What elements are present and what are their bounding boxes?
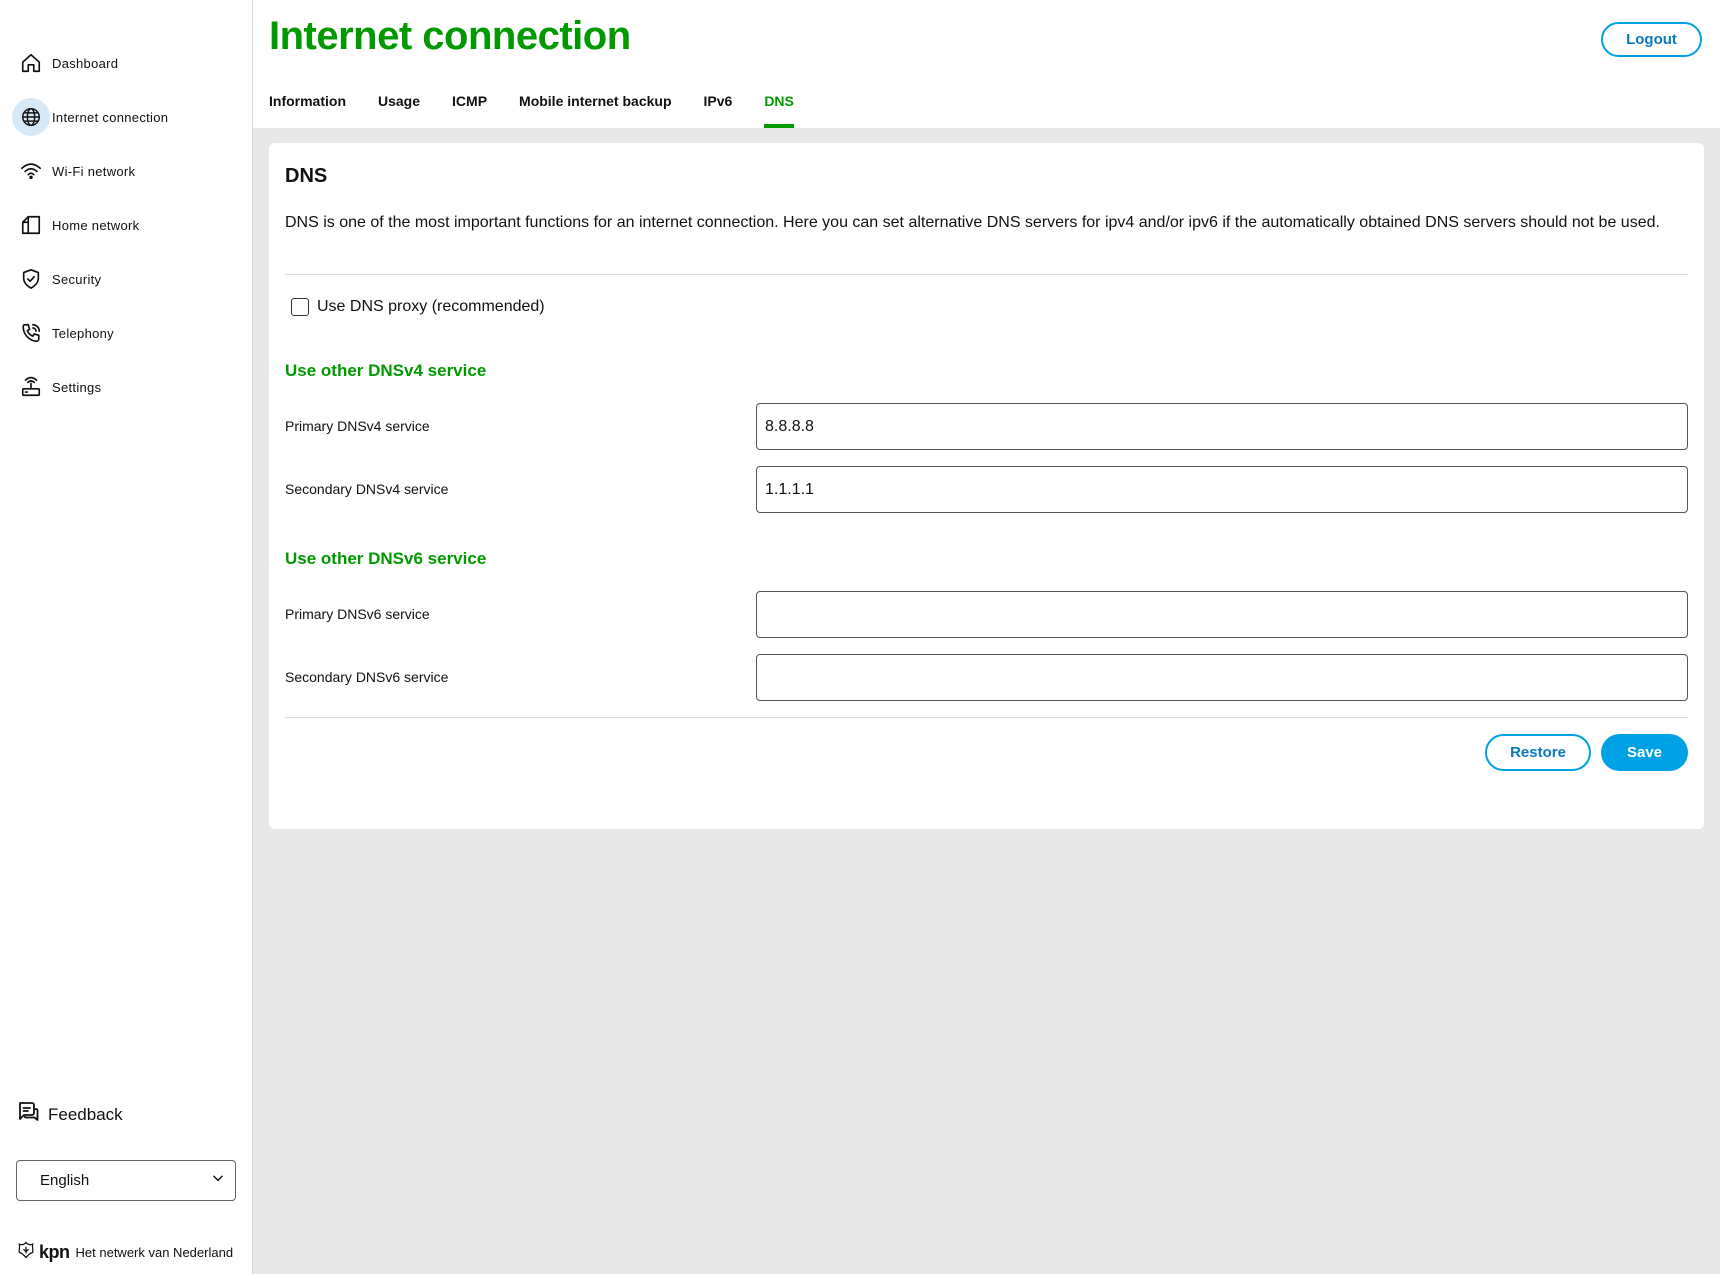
kpn-logo-icon	[16, 1240, 36, 1265]
dns-card: DNS DNS is one of the most important fun…	[269, 143, 1704, 829]
house-icon	[18, 212, 44, 238]
wifi-icon	[18, 158, 44, 184]
sidebar-item-telephony[interactable]: Telephony	[10, 306, 242, 360]
brand-footer: kpn Het netwerk van Nederland	[16, 1240, 233, 1265]
feedback-icon	[16, 1100, 40, 1129]
sidebar-item-label: Security	[52, 271, 102, 287]
sidebar-item-internet-connection[interactable]: Internet connection	[10, 90, 242, 144]
secondary-dnsv6-label: Secondary DNSv6 service	[285, 669, 449, 685]
sidebar-item-wifi-network[interactable]: Wi-Fi network	[10, 144, 242, 198]
phone-icon	[18, 320, 44, 346]
globe-icon	[12, 98, 50, 136]
sidebar-item-label: Telephony	[52, 325, 114, 341]
primary-dnsv4-input[interactable]	[756, 403, 1688, 450]
tab-ipv6[interactable]: IPv6	[704, 84, 733, 128]
tab-bar: Information Usage ICMP Mobile internet b…	[269, 84, 826, 128]
divider	[285, 717, 1688, 718]
brand-name: kpn	[39, 1242, 70, 1262]
chevron-down-icon	[211, 1171, 225, 1190]
dns-proxy-label: Use DNS proxy (recommended)	[317, 298, 545, 315]
tab-usage[interactable]: Usage	[378, 84, 420, 128]
tab-mobile-internet-backup[interactable]: Mobile internet backup	[519, 84, 671, 128]
tab-information[interactable]: Information	[269, 84, 346, 128]
secondary-dnsv4-input[interactable]	[756, 466, 1688, 513]
secondary-dnsv4-label: Secondary DNSv4 service	[285, 481, 449, 497]
card-title: DNS	[285, 165, 328, 187]
secondary-dnsv6-input[interactable]	[756, 654, 1688, 701]
home-icon	[18, 50, 44, 76]
sidebar-item-dashboard[interactable]: Dashboard	[10, 36, 242, 90]
sidebar: Dashboard Internet connection Wi-Fi netw…	[0, 0, 253, 1274]
tab-icmp[interactable]: ICMP	[452, 84, 487, 128]
feedback-label: Feedback	[48, 1104, 123, 1124]
dns-proxy-option[interactable]: Use DNS proxy (recommended)	[291, 298, 545, 316]
dnsv6-section-title: Use other DNSv6 service	[285, 549, 487, 568]
page-title: Internet connection	[269, 14, 631, 58]
sidebar-nav: Dashboard Internet connection Wi-Fi netw…	[10, 36, 242, 414]
sidebar-item-label: Wi-Fi network	[52, 163, 136, 179]
divider	[285, 274, 1688, 275]
restore-button[interactable]: Restore	[1485, 734, 1591, 771]
brand-tagline: Het netwerk van Nederland	[75, 1245, 234, 1260]
header: Internet connection Logout Information U…	[253, 0, 1720, 128]
sidebar-item-label: Settings	[52, 379, 102, 395]
language-select-value: English	[40, 1172, 90, 1189]
router-icon	[18, 374, 44, 400]
primary-dnsv6-input[interactable]	[756, 591, 1688, 638]
sidebar-item-security[interactable]: Security	[10, 252, 242, 306]
shield-icon	[18, 266, 44, 292]
dns-proxy-checkbox[interactable]	[291, 298, 309, 316]
tab-dns[interactable]: DNS	[764, 84, 794, 128]
sidebar-item-home-network[interactable]: Home network	[10, 198, 242, 252]
language-select[interactable]: English	[16, 1160, 236, 1201]
sidebar-item-settings[interactable]: Settings	[10, 360, 242, 414]
save-button[interactable]: Save	[1601, 734, 1688, 771]
feedback-link[interactable]: Feedback	[16, 1100, 123, 1129]
dnsv4-section-title: Use other DNSv4 service	[285, 361, 487, 380]
primary-dnsv6-label: Primary DNSv6 service	[285, 606, 430, 622]
sidebar-item-label: Home network	[52, 217, 140, 233]
logout-button[interactable]: Logout	[1601, 22, 1702, 57]
sidebar-item-label: Internet connection	[52, 109, 169, 125]
sidebar-item-label: Dashboard	[52, 55, 119, 71]
primary-dnsv4-label: Primary DNSv4 service	[285, 418, 430, 434]
card-description: DNS is one of the most important functio…	[285, 214, 1660, 231]
